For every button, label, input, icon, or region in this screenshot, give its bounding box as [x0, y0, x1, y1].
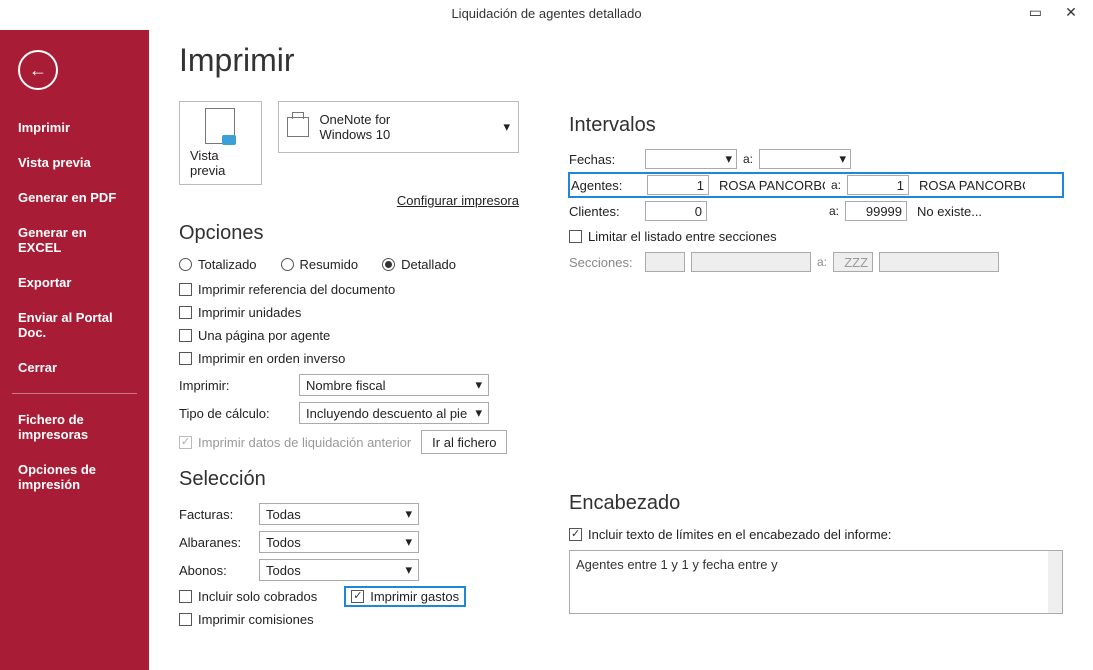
chk-datos-liquidacion: Imprimir datos de liquidación anterior — [179, 435, 411, 450]
chevron-down-icon: ▾ — [405, 534, 412, 550]
agentes-label: Agentes: — [571, 178, 641, 193]
chevron-down-icon: ▾ — [503, 119, 510, 135]
sidebar-item-vista-previa[interactable]: Vista previa — [0, 145, 149, 180]
chevron-down-icon: ▾ — [405, 506, 412, 522]
preview-button[interactable]: Vista previa — [179, 101, 262, 185]
seccion-from-num — [645, 252, 685, 272]
page-preview-icon — [205, 108, 235, 144]
chk-incluir-texto-limites[interactable]: Incluir texto de límites en el encabezad… — [569, 527, 892, 542]
chk-limitar-secciones[interactable]: Limitar el listado entre secciones — [569, 229, 777, 244]
preview-label: Vista previa — [190, 148, 251, 178]
title-bar: Liquidación de agentes detallado ▭ ✕ — [0, 0, 1093, 30]
intervalos-heading: Intervalos — [569, 114, 1063, 137]
printer-select[interactable]: OneNote for Windows 10 ▾ — [278, 101, 519, 153]
albaranes-combo[interactable]: Todos▾ — [259, 531, 419, 553]
seccion-to-num: ZZZ — [833, 252, 873, 272]
agente-to-name: ROSA PANCORBO — [915, 175, 1025, 195]
sidebar-item-imprimir[interactable]: Imprimir — [0, 110, 149, 145]
chk-imprimir-gastos[interactable]: Imprimir gastos — [345, 587, 465, 606]
chk-imprimir-unidades[interactable]: Imprimir unidades — [179, 305, 301, 320]
imprimir-label: Imprimir: — [179, 378, 299, 393]
ir-al-fichero-button[interactable]: Ir al fichero — [421, 430, 507, 454]
scrollbar[interactable] — [1048, 551, 1062, 613]
chk-orden-inverso[interactable]: Imprimir en orden inverso — [179, 351, 345, 366]
chevron-down-icon: ▾ — [475, 377, 482, 393]
encabezado-heading: Encabezado — [569, 492, 1063, 515]
a-label: a: — [743, 152, 753, 166]
sidebar-item-opciones-impresion[interactable]: Opciones de impresión — [0, 452, 149, 502]
cliente-to-num[interactable]: 99999 — [845, 201, 907, 221]
sidebar-separator — [12, 393, 137, 394]
abonos-combo[interactable]: Todos▾ — [259, 559, 419, 581]
close-icon[interactable]: ✕ — [1055, 2, 1087, 22]
sidebar-item-generar-excel[interactable]: Generar en EXCEL — [0, 215, 149, 265]
sidebar-item-fichero-impresoras[interactable]: Fichero de impresoras — [0, 402, 149, 452]
chevron-down-icon: ▾ — [405, 562, 412, 578]
radio-resumido[interactable]: Resumido — [281, 257, 359, 272]
fecha-from[interactable]: ▾ — [645, 149, 737, 169]
maximize-icon[interactable]: ▭ — [1019, 2, 1051, 22]
cliente-from-num[interactable]: 0 — [645, 201, 707, 221]
sidebar: ← Imprimir Vista previa Generar en PDF G… — [0, 30, 149, 670]
arrow-left-icon: ← — [29, 60, 47, 81]
agente-from-num[interactable]: 1 — [647, 175, 709, 195]
a-label: a: — [831, 178, 841, 192]
clientes-label: Clientes: — [569, 204, 639, 219]
cliente-to-name: No existe... — [913, 201, 1023, 221]
cliente-from-name — [713, 201, 823, 221]
fechas-label: Fechas: — [569, 152, 639, 167]
chevron-down-icon: ▾ — [839, 151, 846, 167]
chk-pagina-por-agente[interactable]: Una página por agente — [179, 328, 330, 343]
sidebar-item-generar-pdf[interactable]: Generar en PDF — [0, 180, 149, 215]
chk-imprimir-comisiones[interactable]: Imprimir comisiones — [179, 612, 314, 627]
back-button[interactable]: ← — [18, 50, 58, 90]
tipo-calculo-combo[interactable]: Incluyendo descuento al pie▾ — [299, 402, 489, 424]
agente-to-num[interactable]: 1 — [847, 175, 909, 195]
radio-totalizado[interactable]: Totalizado — [179, 257, 257, 272]
secciones-label: Secciones: — [569, 255, 639, 270]
tipo-calculo-label: Tipo de cálculo: — [179, 406, 299, 421]
sidebar-item-cerrar[interactable]: Cerrar — [0, 350, 149, 385]
facturas-combo[interactable]: Todas▾ — [259, 503, 419, 525]
agente-from-name: ROSA PANCORBO — [715, 175, 825, 195]
chevron-down-icon: ▾ — [725, 151, 732, 167]
printer-icon — [287, 117, 310, 137]
sidebar-item-exportar[interactable]: Exportar — [0, 265, 149, 300]
albaranes-label: Albaranes: — [179, 535, 259, 550]
chk-incluir-solo-cobrados[interactable]: Incluir solo cobrados — [179, 589, 317, 604]
page-title: Imprimir — [179, 42, 519, 79]
a-label: a: — [817, 255, 827, 269]
seleccion-heading: Selección — [179, 468, 519, 491]
seccion-from-name — [691, 252, 811, 272]
printer-selected-name: OneNote for Windows 10 — [319, 112, 443, 142]
chevron-down-icon: ▾ — [475, 405, 482, 421]
facturas-label: Facturas: — [179, 507, 259, 522]
seccion-to-name — [879, 252, 999, 272]
radio-detallado[interactable]: Detallado — [382, 257, 456, 272]
fecha-to[interactable]: ▾ — [759, 149, 851, 169]
a-label: a: — [829, 204, 839, 218]
abonos-label: Abonos: — [179, 563, 259, 578]
opciones-heading: Opciones — [179, 222, 519, 245]
window-title: Liquidación de agentes detallado — [451, 6, 641, 21]
chk-imprimir-referencia[interactable]: Imprimir referencia del documento — [179, 282, 395, 297]
imprimir-combo[interactable]: Nombre fiscal▾ — [299, 374, 489, 396]
configure-printer-link[interactable]: Configurar impresora — [179, 193, 519, 208]
sidebar-item-enviar-portal[interactable]: Enviar al Portal Doc. — [0, 300, 149, 350]
encabezado-textarea[interactable]: Agentes entre 1 y 1 y fecha entre y — [569, 550, 1063, 614]
